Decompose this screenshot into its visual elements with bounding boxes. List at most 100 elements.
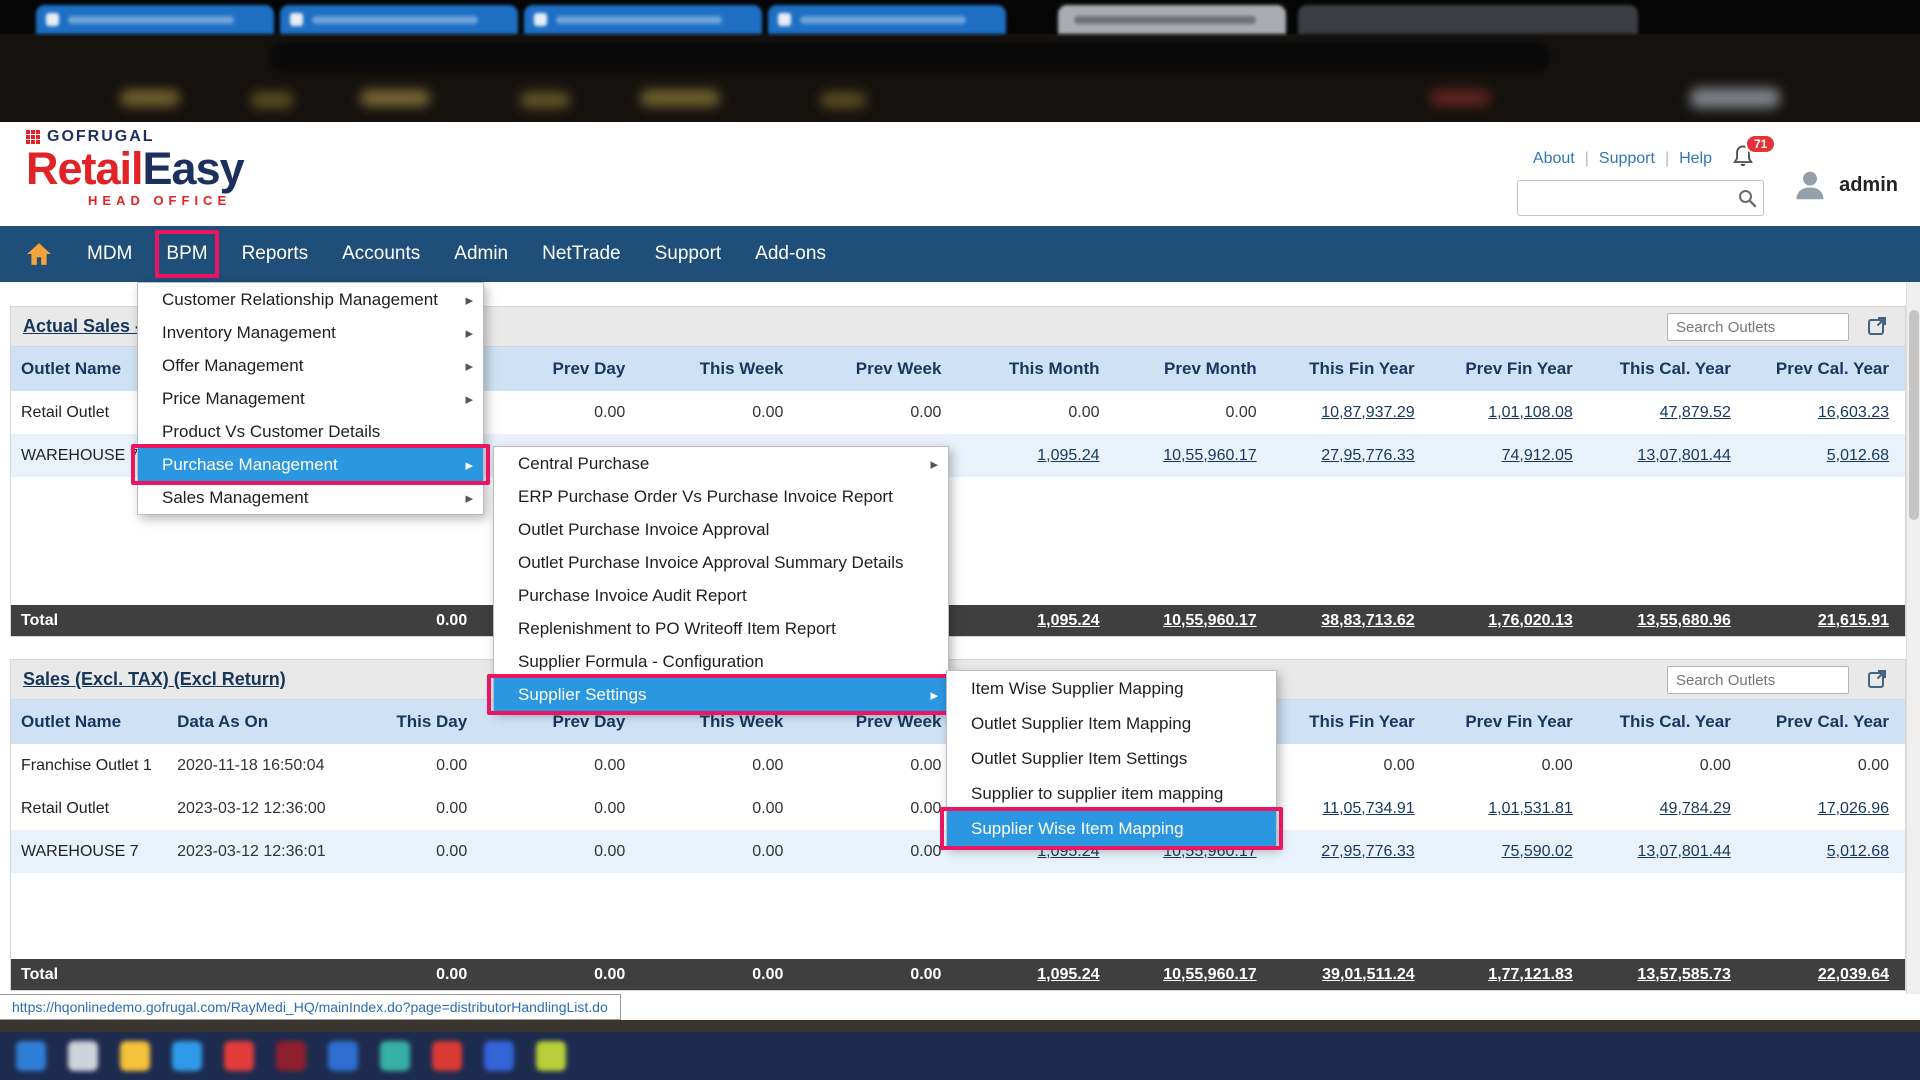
search-icon[interactable] bbox=[1737, 188, 1757, 208]
menu-item-outlet-purchase-invoice-approval[interactable]: Outlet Purchase Invoice Approval bbox=[494, 513, 948, 546]
section-title[interactable]: Actual Sales - bbox=[23, 316, 141, 337]
menu-item-supplier-to-supplier-item-mapping[interactable]: Supplier to supplier item mapping bbox=[947, 776, 1276, 811]
metric-link[interactable]: 10,55,960.17 bbox=[1116, 605, 1273, 636]
global-search-input[interactable] bbox=[1518, 190, 1737, 207]
nav-item-admin[interactable]: Admin bbox=[437, 226, 525, 282]
metric-link[interactable]: 1,095.24 bbox=[957, 605, 1115, 636]
metric-link[interactable]: 16,603.23 bbox=[1747, 391, 1905, 434]
popout-icon[interactable] bbox=[1867, 316, 1887, 341]
taskbar-app-icon[interactable] bbox=[536, 1041, 566, 1071]
taskbar-app-icon[interactable] bbox=[16, 1041, 46, 1071]
taskbar-app-icon[interactable] bbox=[432, 1041, 462, 1071]
column-header: Prev Week bbox=[799, 347, 957, 391]
table-cell: 0.00 bbox=[799, 391, 957, 434]
menu-item-price-management[interactable]: Price Management bbox=[138, 382, 483, 415]
menu-item-product-vs-customer-details[interactable]: Product Vs Customer Details bbox=[138, 415, 483, 448]
menu-item-erp-po-vs-pi-report[interactable]: ERP Purchase Order Vs Purchase Invoice R… bbox=[494, 480, 948, 513]
nav-item-bpm[interactable]: BPM bbox=[149, 226, 224, 282]
nav-item-home[interactable] bbox=[0, 226, 70, 282]
metric-link[interactable]: 13,55,680.96 bbox=[1589, 605, 1747, 636]
menu-item-item-wise-supplier-mapping[interactable]: Item Wise Supplier Mapping bbox=[947, 671, 1276, 706]
browser-tab[interactable] bbox=[524, 5, 762, 34]
metric-link[interactable]: 47,879.52 bbox=[1589, 391, 1747, 434]
taskbar-app-icon[interactable] bbox=[172, 1041, 202, 1071]
browser-tab[interactable] bbox=[1058, 5, 1286, 34]
table-cell: 2023-03-12 12:36:00 bbox=[167, 787, 342, 830]
browser-window-controls[interactable] bbox=[1298, 5, 1638, 34]
nav-item-label: Add-ons bbox=[755, 243, 826, 265]
metric-link[interactable]: 27,95,776.33 bbox=[1273, 434, 1431, 477]
search-outlets-input[interactable] bbox=[1667, 666, 1849, 694]
taskbar-app-icon[interactable] bbox=[328, 1041, 358, 1071]
menu-item-purchase-management[interactable]: Purchase Management bbox=[138, 448, 483, 481]
nav-item-accounts[interactable]: Accounts bbox=[325, 226, 437, 282]
menu-item-purchase-invoice-audit-report[interactable]: Purchase Invoice Audit Report bbox=[494, 579, 948, 612]
nav-item-addons[interactable]: Add-ons bbox=[738, 226, 843, 282]
taskbar-app-icon[interactable] bbox=[68, 1041, 98, 1071]
section-title[interactable]: Sales (Excl. TAX) (Excl Return) bbox=[23, 669, 286, 690]
metric-link[interactable]: 11,05,734.91 bbox=[1273, 787, 1431, 830]
notifications-bell-icon[interactable]: 71 bbox=[1732, 144, 1754, 174]
metric-link[interactable]: 75,590.02 bbox=[1431, 830, 1589, 873]
taskbar-app-icon[interactable] bbox=[224, 1041, 254, 1071]
metric-link[interactable]: 74,912.05 bbox=[1431, 434, 1589, 477]
search-outlets-input[interactable] bbox=[1667, 313, 1849, 341]
browser-tab[interactable] bbox=[36, 5, 274, 34]
popout-icon[interactable] bbox=[1867, 669, 1887, 694]
metric-link[interactable]: 21,615.91 bbox=[1747, 605, 1905, 636]
metric-link[interactable]: 10,87,937.29 bbox=[1273, 391, 1431, 434]
menu-item-sales-management[interactable]: Sales Management bbox=[138, 481, 483, 514]
taskbar-app-icon[interactable] bbox=[484, 1041, 514, 1071]
menu-item-label: Purchase Invoice Audit Report bbox=[518, 586, 747, 606]
metric-link[interactable]: 1,77,121.83 bbox=[1431, 959, 1589, 990]
metric-link[interactable]: 13,07,801.44 bbox=[1589, 434, 1747, 477]
nav-item-label: Support bbox=[655, 243, 722, 265]
taskbar-app-icon[interactable] bbox=[276, 1041, 306, 1071]
metric-link[interactable]: 17,026.96 bbox=[1747, 787, 1905, 830]
metric-link[interactable]: 1,095.24 bbox=[957, 959, 1115, 990]
support-link[interactable]: Support bbox=[1599, 150, 1655, 168]
metric-link[interactable]: 5,012.68 bbox=[1747, 830, 1905, 873]
menu-item-outlet-pi-approval-summary-details[interactable]: Outlet Purchase Invoice Approval Summary… bbox=[494, 546, 948, 579]
help-link[interactable]: Help bbox=[1679, 150, 1712, 168]
scrollbar-thumb[interactable] bbox=[1909, 310, 1919, 520]
browser-tab[interactable] bbox=[768, 5, 1006, 34]
metric-link[interactable]: 49,784.29 bbox=[1589, 787, 1747, 830]
menu-item-customer-relationship-management[interactable]: Customer Relationship Management bbox=[138, 283, 483, 316]
metric-link[interactable]: 1,095.24 bbox=[957, 434, 1115, 477]
nav-item-mdm[interactable]: MDM bbox=[70, 226, 149, 282]
metric-link[interactable]: 1,01,108.08 bbox=[1431, 391, 1589, 434]
browser-address-bar[interactable] bbox=[270, 42, 1550, 72]
metric-link[interactable]: 1,76,020.13 bbox=[1431, 605, 1589, 636]
menu-item-label: Supplier Settings bbox=[518, 685, 647, 705]
menu-item-inventory-management[interactable]: Inventory Management bbox=[138, 316, 483, 349]
menu-item-offer-management[interactable]: Offer Management bbox=[138, 349, 483, 382]
metric-link[interactable]: 10,55,960.17 bbox=[1116, 434, 1273, 477]
metric-link[interactable]: 13,57,585.73 bbox=[1589, 959, 1747, 990]
menu-item-replenishment-to-po-writeoff-item-report[interactable]: Replenishment to PO Writeoff Item Report bbox=[494, 612, 948, 645]
about-link[interactable]: About bbox=[1533, 150, 1575, 168]
menu-item-outlet-supplier-item-mapping[interactable]: Outlet Supplier Item Mapping bbox=[947, 706, 1276, 741]
metric-link[interactable]: 22,039.64 bbox=[1747, 959, 1905, 990]
menu-item-central-purchase[interactable]: Central Purchase bbox=[494, 447, 948, 480]
metric-link[interactable]: 38,83,713.62 bbox=[1273, 605, 1431, 636]
metric-link[interactable]: 1,01,531.81 bbox=[1431, 787, 1589, 830]
table-cell: 0.00 bbox=[342, 744, 483, 787]
user-menu[interactable]: admin bbox=[1791, 166, 1898, 204]
taskbar-app-icon[interactable] bbox=[380, 1041, 410, 1071]
browser-tab[interactable] bbox=[280, 5, 518, 34]
metric-link[interactable]: 13,07,801.44 bbox=[1589, 830, 1747, 873]
menu-item-outlet-supplier-item-settings[interactable]: Outlet Supplier Item Settings bbox=[947, 741, 1276, 776]
menu-item-supplier-wise-item-mapping[interactable]: Supplier Wise Item Mapping bbox=[947, 811, 1276, 846]
menu-item-supplier-settings[interactable]: Supplier Settings bbox=[494, 678, 948, 711]
menu-item-supplier-formula-configuration[interactable]: Supplier Formula - Configuration bbox=[494, 645, 948, 678]
metric-link[interactable]: 27,95,776.33 bbox=[1273, 830, 1431, 873]
taskbar-app-icon[interactable] bbox=[120, 1041, 150, 1071]
metric-link[interactable]: 10,55,960.17 bbox=[1116, 959, 1273, 990]
metric-link[interactable]: 5,012.68 bbox=[1747, 434, 1905, 477]
nav-item-nettrade[interactable]: NetTrade bbox=[525, 226, 638, 282]
nav-item-support[interactable]: Support bbox=[638, 226, 739, 282]
menu-item-label: Offer Management bbox=[162, 356, 303, 376]
metric-link[interactable]: 39,01,511.24 bbox=[1273, 959, 1431, 990]
nav-item-reports[interactable]: Reports bbox=[225, 226, 326, 282]
